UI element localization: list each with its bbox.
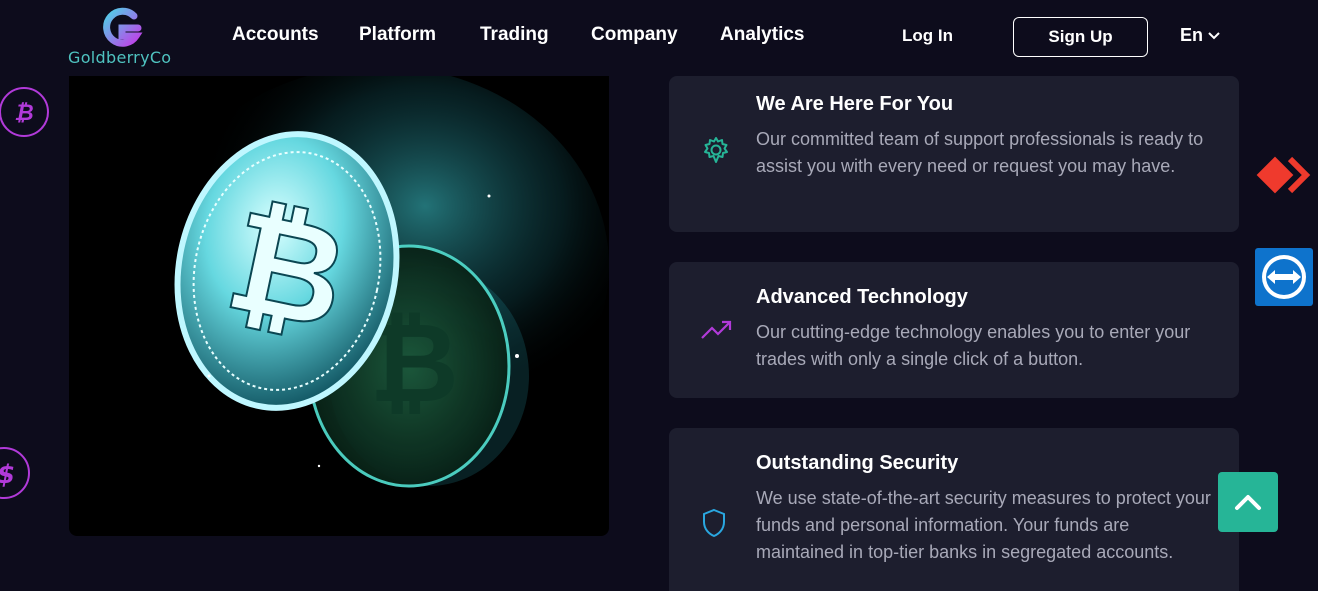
login-link[interactable]: Log In — [902, 26, 953, 46]
chevron-down-icon — [1208, 31, 1220, 39]
chevron-up-icon — [1235, 495, 1261, 510]
language-selector[interactable]: En — [1180, 25, 1221, 46]
dollar-float-icon: $ — [0, 447, 30, 499]
shield-icon — [701, 508, 727, 543]
feature-card-technology: Advanced Technology Our cutting-edge tec… — [669, 262, 1239, 398]
feature-text: We use state-of-the-art security measure… — [756, 488, 1211, 562]
trending-up-icon — [701, 318, 733, 347]
logo[interactable]: GoldberryCo — [66, 6, 180, 68]
anydesk-icon[interactable] — [1256, 154, 1314, 203]
nav-accounts[interactable]: Accounts — [232, 24, 319, 46]
svg-text:$: $ — [0, 460, 15, 490]
feature-text: Our committed team of support profession… — [756, 129, 1204, 176]
language-label: En — [1180, 25, 1204, 45]
bitcoin-hero-image: ₿ ₿ — [69, 76, 609, 536]
nav-trading[interactable]: Trading — [480, 24, 549, 46]
feature-text: Our cutting-edge technology enables you … — [756, 322, 1191, 369]
site-header: GoldberryCo Accounts Platform Trading Co… — [0, 0, 1318, 76]
logo-text: GoldberryCo — [68, 48, 172, 67]
bitcoin-float-icon: ₿ — [0, 87, 49, 137]
feature-card-security: Outstanding Security We use state-of-the… — [669, 428, 1239, 591]
nav-analytics[interactable]: Analytics — [720, 24, 804, 46]
signup-button[interactable]: Sign Up — [1013, 17, 1148, 57]
logo-mark-icon — [103, 7, 143, 47]
teamviewer-icon[interactable] — [1255, 248, 1313, 306]
nav-company[interactable]: Company — [591, 24, 678, 46]
feature-title: Outstanding Security — [756, 452, 959, 474]
gear-icon — [701, 135, 731, 170]
feature-title: We Are Here For You — [756, 93, 954, 115]
svg-text:₿: ₿ — [14, 101, 33, 126]
feature-title: Advanced Technology — [756, 286, 968, 308]
feature-card-support: We Are Here For You Our committed team o… — [669, 76, 1239, 232]
scroll-to-top-button[interactable] — [1218, 472, 1278, 532]
nav-platform[interactable]: Platform — [359, 24, 436, 46]
